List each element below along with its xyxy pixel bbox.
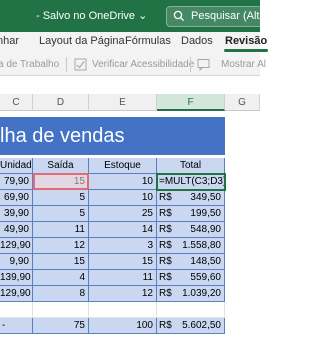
table-cell-unidade[interactable]: 9,90 [0,254,33,270]
table-cell-estoque[interactable]: 3 [89,238,157,254]
ribbon-tabs: nhar Layout da Página Fórmulas Dados Rev… [0,32,269,54]
totals-cell-total[interactable]: R$ 5.602,50 [157,318,225,334]
tab-formulas[interactable]: Fórmulas [124,35,172,47]
totals-cell-saida[interactable]: 75 [33,318,89,334]
search-box[interactable]: Pesquisar (Alt + G [166,6,281,27]
ribbon-item-accessibility[interactable]: Verificar Acessibilidade [92,59,194,70]
total-value: 199,50 [190,208,221,219]
total-value: 5.602,50 [182,320,221,331]
table-cell-total[interactable]: R$ 148,50 [157,254,225,270]
table-cell-unidade[interactable]: 69,90 [0,190,33,206]
table-cell-estoque[interactable]: 10 [89,190,157,206]
table-cell-unidade[interactable]: 49,90 [0,222,33,238]
table-cell-estoque[interactable]: 15 [89,254,157,270]
table-cell-saida[interactable]: 4 [33,270,89,286]
table-cell-estoque[interactable]: 10 [89,174,157,190]
table-cell-total[interactable]: R$ 559,60 [157,270,225,286]
title-bar: - Salvo no OneDrive ⌄ Pesquisar (Alt + G [0,0,281,32]
table-cell-total[interactable]: R$ 548,90 [157,222,225,238]
sheet-title[interactable]: lha de vendas [0,117,225,155]
currency-symbol: R$ [159,224,172,235]
currency-symbol: R$ [159,320,172,331]
tab-revisao[interactable]: Revisão [224,35,269,52]
comments-icon [197,58,210,74]
table-cell-total[interactable]: R$ 1.558,80 [157,238,225,254]
tab-dados[interactable]: Dados [180,35,214,47]
table-cell-total-formula[interactable]: =MULT(C3;D3) [157,174,225,190]
total-value: 349,50 [190,192,221,203]
table-cell-saida[interactable]: 12 [33,238,89,254]
table-cell-saida[interactable]: 11 [33,222,89,238]
ribbon-divider [190,57,191,72]
table-cell-total[interactable]: R$ 349,50 [157,190,225,206]
save-status[interactable]: - Salvo no OneDrive ⌄ [36,9,147,22]
currency-symbol: R$ [159,240,172,251]
tab-desenhar[interactable]: nhar [0,35,20,47]
header-unidade[interactable]: Unidade [0,158,33,174]
table-cell-estoque[interactable]: 12 [89,286,157,302]
table-cell-estoque[interactable]: 11 [89,270,157,286]
ribbon-item-workbook[interactable]: a de Trabalho [0,59,59,70]
total-value: 1.558,80 [182,240,221,251]
table-cell-saida[interactable]: 5 [33,190,89,206]
table-cell-unidade[interactable]: 39,90 [0,206,33,222]
ribbon-toolbar: a de Trabalho Verificar Acessibilidade M… [0,54,266,76]
table-cell-estoque[interactable]: 14 [89,222,157,238]
total-value: 559,60 [190,272,221,283]
column-header-f[interactable]: F [157,94,225,111]
table-cell-total[interactable]: R$ 1.039,20 [157,286,225,302]
table-cell-total[interactable]: R$ 199,50 [157,206,225,222]
accessibility-icon [74,58,87,74]
header-saida[interactable]: Saída [33,158,89,174]
currency-symbol: R$ [159,192,172,203]
search-icon [173,9,185,26]
totals-cell-estoque[interactable]: 100 [89,318,157,334]
formula-strip [0,76,260,94]
empty-cell[interactable] [0,302,33,318]
table-cell-saida[interactable]: 15 [33,174,89,190]
table-cell-estoque[interactable]: 25 [89,206,157,222]
total-value: 148,50 [190,256,221,267]
column-header-c[interactable]: C [0,94,33,111]
header-estoque[interactable]: Estoque [89,158,157,174]
empty-cell[interactable] [157,302,225,318]
table-cell-saida[interactable]: 5 [33,206,89,222]
total-value: 1.039,20 [182,288,221,299]
column-headers: C D E F G [0,94,260,111]
empty-cell[interactable] [33,302,89,318]
currency-symbol: R$ [159,256,172,267]
column-header-d[interactable]: D [33,94,89,111]
header-total[interactable]: Total [157,158,225,174]
total-value: 548,90 [190,224,221,235]
empty-cell[interactable] [89,302,157,318]
currency-symbol: R$ [159,288,172,299]
totals-cell-unidade[interactable]: - [0,318,33,334]
ribbon-item-show[interactable]: Mostrar Al [221,59,266,70]
ribbon-divider [66,57,67,72]
table-cell-unidade[interactable]: 139,90 [0,270,33,286]
table-cell-unidade[interactable]: 79,90 [0,174,33,190]
worksheet-grid[interactable]: lha de vendas Unidade Saída Estoque Tota… [0,111,260,338]
tab-layout[interactable]: Layout da Página [38,35,126,47]
currency-symbol: R$ [159,272,172,283]
table-cell-unidade[interactable]: 129,90 [0,238,33,254]
table-cell-saida[interactable]: 15 [33,254,89,270]
column-header-g[interactable]: G [225,94,260,111]
search-input[interactable]: Pesquisar (Alt + G [191,10,281,22]
currency-symbol: R$ [159,208,172,219]
table-cell-saida[interactable]: 8 [33,286,89,302]
table-cell-unidade[interactable]: 129,90 [0,286,33,302]
column-header-e[interactable]: E [89,94,157,111]
